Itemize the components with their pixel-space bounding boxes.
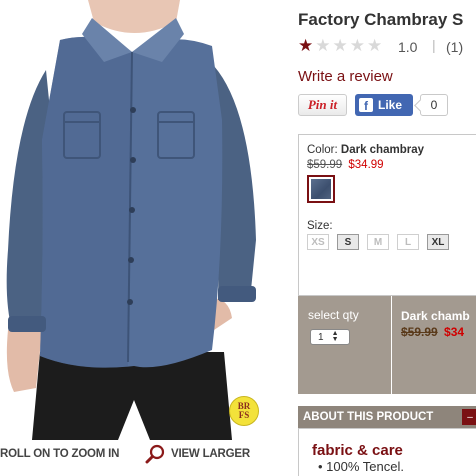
about-product-title: ABOUT THIS PRODUCT: [303, 411, 434, 423]
product-title: Factory Chambray S: [298, 10, 464, 29]
product-image[interactable]: BR FS: [0, 0, 290, 440]
facebook-like-label: Like: [378, 98, 403, 112]
fabric-care-item: • 100% Tencel.: [318, 459, 404, 474]
summary-price: $59.99 $34: [401, 325, 464, 339]
magnifier-icon: [145, 444, 165, 464]
chambray-shirt-illustration: [6, 0, 256, 440]
quantity-panel: select qty 1 ▲ ▼: [298, 296, 391, 394]
view-larger-button[interactable]: VIEW LARGER: [145, 443, 250, 465]
color-label: Color:: [307, 144, 338, 156]
zoom-hint: ROLL ON TO ZOOM IN: [0, 448, 120, 460]
summary-original-price: $59.99: [401, 325, 438, 339]
write-review-link[interactable]: Write a review: [298, 68, 393, 85]
color-swatch-dark-chambray[interactable]: [307, 175, 335, 203]
star-empty-icon: ★: [315, 36, 331, 55]
collapse-toggle-icon[interactable]: –: [462, 409, 476, 425]
summary-product-name: Dark chamb: [401, 309, 470, 323]
star-rating: ★ ★ ★ ★ ★: [298, 37, 382, 54]
facebook-icon: f: [359, 98, 373, 112]
size-option-xs[interactable]: XS: [307, 234, 329, 250]
product-options-panel: Color: Dark chambray $59.99 $34.99 Size:…: [298, 134, 476, 296]
brand-badge-text: BR FS: [238, 402, 251, 420]
star-empty-icon: ★: [367, 36, 383, 55]
fabric-care-section: fabric & care • 100% Tencel.: [298, 428, 476, 476]
fabric-care-title: fabric & care: [312, 442, 403, 459]
updown-arrows-icon: ▲ ▼: [331, 330, 339, 343]
size-label: Size:: [307, 220, 333, 232]
star-filled-icon: ★: [298, 36, 314, 55]
size-option-m[interactable]: M: [367, 234, 389, 250]
size-selector: XS S M L XL: [307, 234, 449, 250]
swatch-fill: [311, 179, 331, 199]
rating-value: 1.0: [398, 39, 418, 55]
quantity-value: 1: [318, 331, 324, 343]
facebook-like-count: 0: [420, 94, 448, 116]
sale-price: $34.99: [348, 159, 384, 171]
review-count-link[interactable]: (1): [446, 39, 463, 55]
about-product-header[interactable]: ABOUT THIS PRODUCT –: [298, 406, 476, 428]
original-price: $59.99: [307, 159, 343, 171]
size-option-l[interactable]: L: [397, 234, 419, 250]
star-empty-icon: ★: [332, 36, 348, 55]
size-option-s[interactable]: S: [337, 234, 359, 250]
fabric-care-text: 100% Tencel.: [326, 459, 404, 474]
quantity-label: select qty: [308, 308, 359, 322]
pinit-button[interactable]: Pin it: [298, 94, 347, 116]
quantity-select[interactable]: 1 ▲ ▼: [310, 329, 350, 345]
color-line: Color: Dark chambray: [307, 144, 424, 156]
item-summary-panel: Dark chamb $59.99 $34: [392, 296, 476, 394]
color-value: Dark chambray: [340, 144, 424, 156]
brand-badge-bottom: FS: [238, 410, 250, 420]
star-empty-icon: ★: [349, 36, 365, 55]
rating-divider: |: [432, 37, 436, 53]
size-option-xl[interactable]: XL: [427, 234, 449, 250]
brand-logo-badge: BR FS: [229, 396, 259, 426]
price-line: $59.99 $34.99: [307, 159, 384, 171]
view-larger-label: VIEW LARGER: [171, 448, 250, 460]
summary-sale-price: $34: [444, 325, 465, 339]
facebook-like-button[interactable]: f Like: [355, 94, 413, 116]
